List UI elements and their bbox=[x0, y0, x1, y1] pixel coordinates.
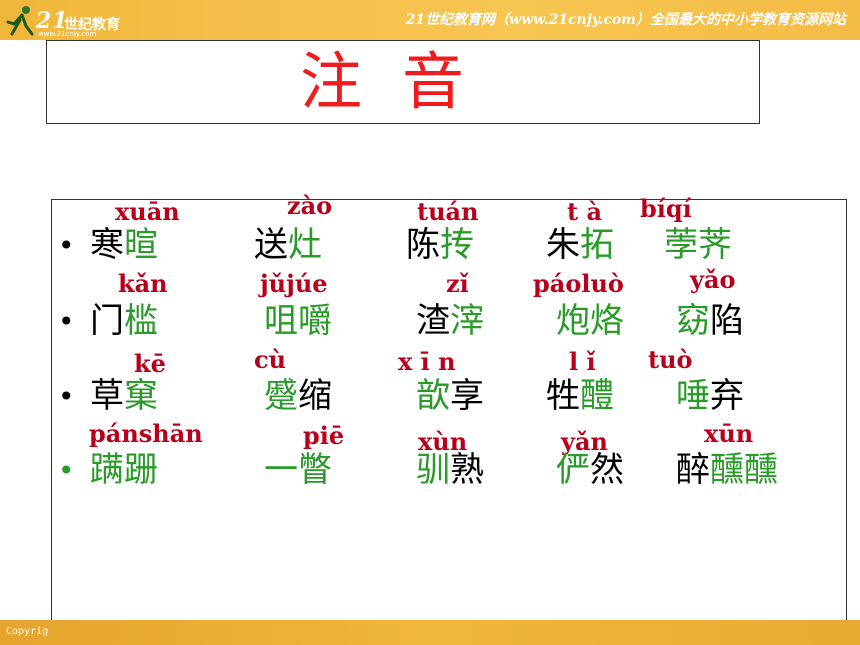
word-item: 歆享 bbox=[416, 376, 484, 416]
word-item: 唾弃 bbox=[676, 376, 744, 416]
pinyin-label: bíqí bbox=[640, 194, 692, 223]
pinyin-label: l ǐ bbox=[569, 347, 596, 376]
pinyin-label: páoluò bbox=[533, 269, 624, 298]
word-item: 草窠 bbox=[90, 376, 158, 416]
bullet: • bbox=[58, 305, 75, 338]
word-item: 咀嚼 bbox=[264, 301, 332, 341]
copyright-text: Copyrig bbox=[6, 626, 49, 637]
word-item: 寒暄 bbox=[90, 225, 158, 265]
word-item: 俨然 bbox=[556, 450, 624, 490]
logo-url: www.21cnjy.com bbox=[38, 30, 97, 38]
word-item: 炮烙 bbox=[556, 301, 624, 341]
word-item: 蹙缩 bbox=[264, 376, 332, 416]
pinyin-label: tuán bbox=[417, 197, 479, 226]
running-figure-icon bbox=[6, 6, 34, 36]
pinyin-label: x ī n bbox=[398, 347, 456, 376]
word-item: 朱拓 bbox=[546, 225, 614, 265]
pinyin-label: kē bbox=[134, 349, 166, 378]
pinyin-label: xuān bbox=[115, 197, 180, 226]
word-item: 蹒跚 bbox=[90, 450, 158, 490]
pinyin-label: pánshān bbox=[89, 419, 203, 448]
slide-title: 注音 bbox=[300, 45, 505, 118]
word-item: 送灶 bbox=[254, 225, 322, 265]
pinyin-label: jǔjúe bbox=[260, 269, 328, 298]
pinyin-label: t à bbox=[567, 197, 602, 226]
word-item: 驯熟 bbox=[416, 450, 484, 490]
pinyin-label: xūn bbox=[704, 419, 754, 448]
bullet: • bbox=[58, 229, 75, 262]
pinyin-label: yǎo bbox=[690, 265, 736, 294]
bullet: • bbox=[58, 380, 75, 413]
bullet: • bbox=[58, 454, 75, 487]
word-item: 牲醴 bbox=[546, 376, 614, 416]
pinyin-label: zǐ bbox=[446, 269, 469, 298]
pinyin-label: cù bbox=[254, 345, 287, 374]
word-item: 醉醺醺 bbox=[676, 450, 778, 490]
word-item: 陈抟 bbox=[406, 225, 474, 265]
pinyin-label: zào bbox=[287, 191, 333, 220]
word-item: 一瞥 bbox=[264, 450, 332, 490]
site-slogan: 21世纪教育网（www.21cnjy.com）全国最大的中小学教育资源网站 bbox=[405, 12, 846, 28]
site-logo[interactable]: 21 世纪教育 www.21cnjy.com bbox=[4, 2, 144, 38]
word-item: 荸荠 bbox=[664, 225, 732, 265]
word-item: 窈陷 bbox=[676, 301, 744, 341]
pinyin-label: tuò bbox=[648, 345, 693, 374]
word-item: 门槛 bbox=[90, 301, 158, 341]
word-item: 渣滓 bbox=[416, 301, 484, 341]
pinyin-label: piē bbox=[303, 421, 345, 450]
footer-bar bbox=[0, 620, 860, 645]
pinyin-label: kǎn bbox=[118, 269, 168, 298]
